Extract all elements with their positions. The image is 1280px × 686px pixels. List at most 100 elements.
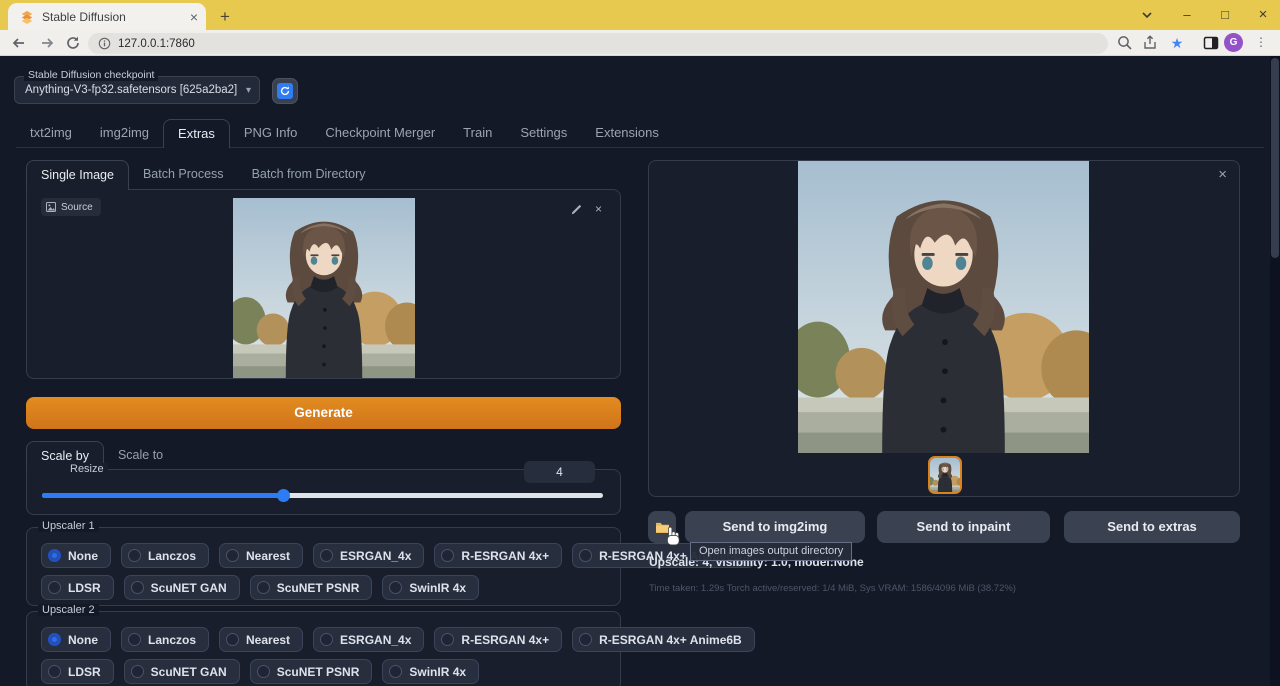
- window-close-button[interactable]: ×: [1252, 4, 1274, 26]
- radio-icon: [48, 665, 61, 678]
- url-bar[interactable]: 127.0.0.1:7860: [88, 33, 1108, 54]
- tab-extras[interactable]: Extras: [163, 119, 230, 148]
- radio-selected-icon: [48, 549, 61, 562]
- radio-icon: [128, 633, 141, 646]
- new-tab-button[interactable]: +: [214, 6, 236, 28]
- tab-txt2img[interactable]: txt2img: [16, 119, 86, 148]
- source-image-dropzone[interactable]: Source ×: [26, 189, 621, 379]
- upscaler2-option-lanczos[interactable]: Lanczos: [121, 627, 209, 652]
- tab-close-icon[interactable]: ×: [190, 10, 198, 24]
- radio-icon: [441, 633, 454, 646]
- upscaler2-option-ldsr[interactable]: LDSR: [41, 659, 114, 684]
- tab-train[interactable]: Train: [449, 119, 506, 148]
- refresh-icon: [277, 83, 293, 99]
- upscaler2-option-scunet-psnr[interactable]: ScuNET PSNR: [250, 659, 373, 684]
- send-to-extras-button[interactable]: Send to extras: [1064, 511, 1240, 543]
- slider-fill: [42, 493, 283, 498]
- send-to-inpaint-button[interactable]: Send to inpaint: [877, 511, 1050, 543]
- bookmark-star-icon[interactable]: ★: [1168, 34, 1186, 52]
- result-panel: ×: [648, 160, 1240, 497]
- reload-icon[interactable]: [64, 34, 82, 52]
- tab-scale-to[interactable]: Scale to: [104, 441, 177, 470]
- source-label: Source: [61, 202, 93, 213]
- refresh-checkpoint-button[interactable]: [272, 78, 298, 104]
- upscaler2-option-none[interactable]: None: [41, 627, 111, 652]
- result-thumbnail[interactable]: [928, 456, 962, 494]
- tab-png-info[interactable]: PNG Info: [230, 119, 311, 148]
- upscaler2-option-resrgan-anime6b[interactable]: R-ESRGAN 4x+ Anime6B: [572, 627, 755, 652]
- image-icon: [46, 202, 56, 212]
- page-scrollbar-thumb[interactable]: [1271, 58, 1279, 258]
- tab-extensions[interactable]: Extensions: [581, 119, 673, 148]
- upscaler2-option-swinir4x[interactable]: SwinIR 4x: [382, 659, 479, 684]
- screen: Stable Diffusion × + – □ × 127.0.0.1:786…: [0, 0, 1280, 686]
- window-minimize-button[interactable]: –: [1176, 4, 1198, 26]
- resize-label: Resize: [66, 463, 108, 475]
- radio-icon: [226, 549, 239, 562]
- upscaler1-option-none[interactable]: None: [41, 543, 111, 568]
- checkpoint-value: Anything-V3-fp32.safetensors [625a2ba2]: [25, 84, 240, 96]
- site-info-icon[interactable]: [98, 37, 111, 50]
- url-text: 127.0.0.1:7860: [118, 38, 195, 50]
- result-close-icon[interactable]: ×: [1218, 166, 1227, 183]
- radio-icon: [320, 633, 333, 646]
- tab-search-chevron-icon[interactable]: [1136, 4, 1158, 26]
- upscaler1-option-scunet-psnr[interactable]: ScuNET PSNR: [250, 575, 373, 600]
- radio-icon: [579, 549, 592, 562]
- resize-slider[interactable]: [42, 493, 603, 498]
- gradio-favicon-icon: [20, 10, 34, 24]
- radio-icon: [131, 581, 144, 594]
- upscaler1-option-esrgan4x[interactable]: ESRGAN_4x: [313, 543, 424, 568]
- browser-menu-icon[interactable]: ⋮: [1254, 33, 1268, 52]
- radio-icon: [389, 581, 402, 594]
- upscaler1-option-lanczos[interactable]: Lanczos: [121, 543, 209, 568]
- upscaler2-option-resrgan4x[interactable]: R-ESRGAN 4x+: [434, 627, 562, 652]
- mode-tab-bar: Single Image Batch Process Batch from Di…: [26, 160, 379, 190]
- radio-icon: [257, 581, 270, 594]
- source-chip: Source: [41, 198, 101, 216]
- tab-img2img[interactable]: img2img: [86, 119, 163, 148]
- upscaler2-panel: None Lanczos Nearest ESRGAN_4x R-ESRGAN …: [26, 611, 621, 686]
- browser-tab-title: Stable Diffusion: [42, 10, 190, 24]
- window-maximize-button[interactable]: □: [1214, 4, 1236, 26]
- forward-icon[interactable]: [38, 34, 56, 52]
- upscaler1-option-nearest[interactable]: Nearest: [219, 543, 303, 568]
- radio-icon: [579, 633, 592, 646]
- resize-value-input[interactable]: 4: [524, 461, 595, 483]
- tab-single-image[interactable]: Single Image: [26, 160, 129, 190]
- profile-avatar[interactable]: G: [1224, 33, 1243, 52]
- back-icon[interactable]: [10, 34, 28, 52]
- upscaler2-option-scunet-gan[interactable]: ScuNET GAN: [124, 659, 240, 684]
- browser-tab[interactable]: Stable Diffusion ×: [8, 3, 206, 30]
- tab-checkpoint-merger[interactable]: Checkpoint Merger: [311, 119, 449, 148]
- generate-button[interactable]: Generate: [26, 397, 621, 429]
- tab-batch-process[interactable]: Batch Process: [129, 160, 238, 190]
- radio-icon: [128, 549, 141, 562]
- tab-settings[interactable]: Settings: [506, 119, 581, 148]
- side-panel-icon[interactable]: [1202, 34, 1220, 52]
- radio-icon: [131, 665, 144, 678]
- radio-icon: [226, 633, 239, 646]
- upscaler1-option-scunet-gan[interactable]: ScuNET GAN: [124, 575, 240, 600]
- performance-info-text: Time taken: 1.29s Torch active/reserved:…: [649, 583, 1016, 594]
- clear-source-icon[interactable]: ×: [591, 202, 606, 217]
- upscaler1-option-swinir4x[interactable]: SwinIR 4x: [382, 575, 479, 600]
- radio-selected-icon: [48, 633, 61, 646]
- send-to-img2img-button[interactable]: Send to img2img: [685, 511, 865, 543]
- upscaler2-label: Upscaler 2: [38, 604, 99, 616]
- main-tab-bar: txt2img img2img Extras PNG Info Checkpoi…: [16, 119, 673, 148]
- hand-cursor-icon: [664, 526, 682, 546]
- output-directory-tooltip: Open images output directory: [690, 542, 852, 561]
- result-image[interactable]: [798, 161, 1089, 453]
- share-icon[interactable]: [1141, 34, 1159, 52]
- edit-pencil-icon[interactable]: [569, 202, 584, 217]
- tab-batch-from-directory[interactable]: Batch from Directory: [238, 160, 380, 190]
- upscaler1-option-ldsr[interactable]: LDSR: [41, 575, 114, 600]
- upscaler2-option-esrgan4x[interactable]: ESRGAN_4x: [313, 627, 424, 652]
- upscaler2-option-nearest[interactable]: Nearest: [219, 627, 303, 652]
- upscaler1-panel: None Lanczos Nearest ESRGAN_4x R-ESRGAN …: [26, 527, 621, 606]
- upscaler1-option-resrgan4x[interactable]: R-ESRGAN 4x+: [434, 543, 562, 568]
- thumbnail-image: [930, 458, 960, 492]
- radio-icon: [320, 549, 333, 562]
- zoom-icon[interactable]: [1116, 34, 1134, 52]
